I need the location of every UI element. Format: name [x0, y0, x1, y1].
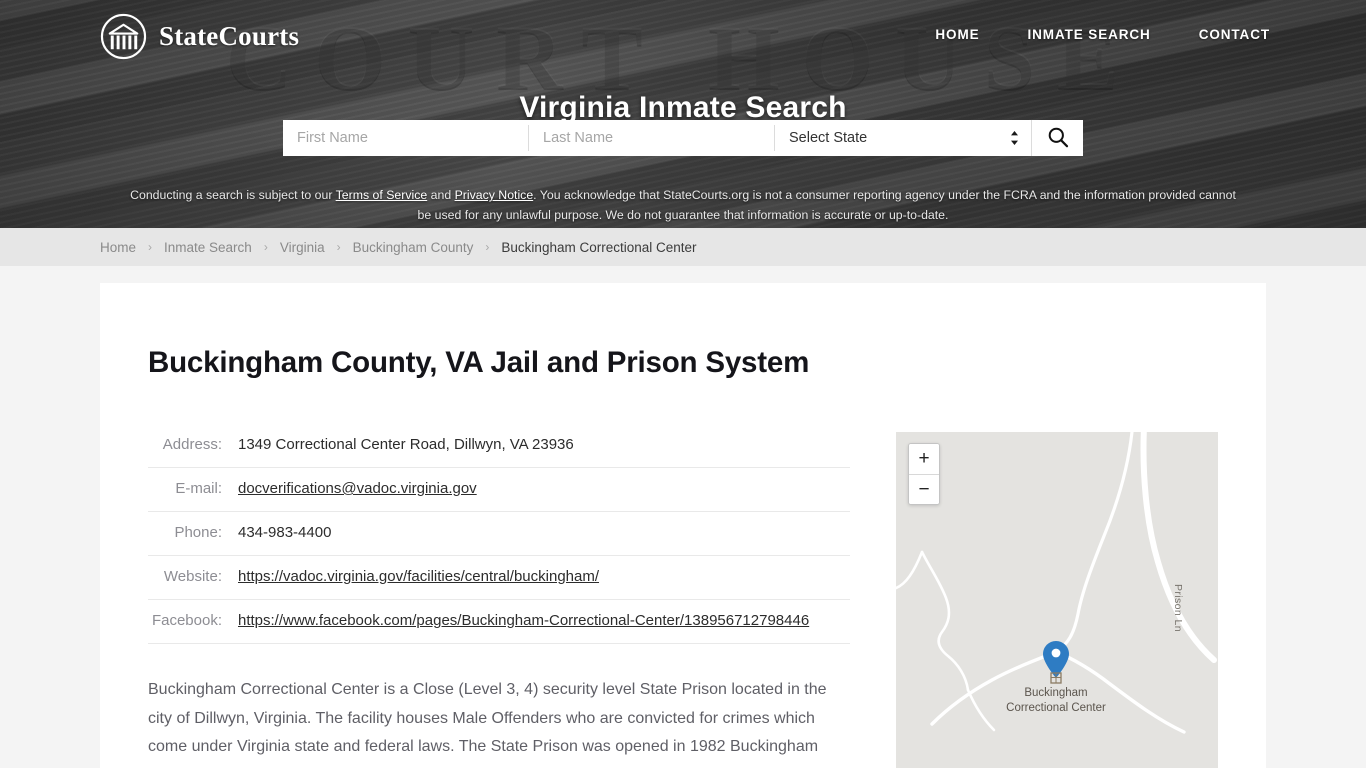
- map-marker[interactable]: Buckingham Correctional Center: [1006, 640, 1106, 714]
- facility-details-column: Address: 1349 Correctional Center Road, …: [148, 432, 850, 768]
- info-value-address: 1349 Correctional Center Road, Dillwyn, …: [238, 432, 850, 468]
- map-road-label: Prison Ln: [1172, 584, 1184, 632]
- facebook-link[interactable]: https://www.facebook.com/pages/Buckingha…: [238, 612, 809, 629]
- privacy-notice-link[interactable]: Privacy Notice: [455, 188, 534, 202]
- breadcrumb-item-home[interactable]: Home: [100, 240, 136, 255]
- nav-inmate-search[interactable]: INMATE SEARCH: [1028, 27, 1151, 42]
- info-label-website: Website:: [148, 555, 238, 600]
- terms-of-service-link[interactable]: Terms of Service: [336, 188, 428, 202]
- breadcrumb: Home › Inmate Search › Virginia › Buckin…: [0, 228, 1366, 266]
- content-card: Buckingham County, VA Jail and Prison Sy…: [100, 283, 1266, 768]
- state-select-wrapper: Select State: [775, 120, 1031, 156]
- table-row: Facebook: https://www.facebook.com/pages…: [148, 599, 850, 644]
- map-marker-label: Buckingham Correctional Center: [1006, 687, 1106, 714]
- disclaimer-part-3: . You acknowledge that StateCourts.org i…: [417, 188, 1236, 223]
- facility-location-map[interactable]: + − Buckingham Correctional Center Priso…: [896, 432, 1218, 768]
- brand-name: StateCourts: [159, 21, 300, 51]
- info-value-website: https://vadoc.virginia.gov/facilities/ce…: [238, 555, 850, 600]
- content-columns: Address: 1349 Correctional Center Road, …: [148, 432, 1218, 768]
- info-label-address: Address:: [148, 432, 238, 468]
- map-zoom-in-button[interactable]: +: [909, 444, 939, 474]
- main-navigation: HOME INMATE SEARCH CONTACT: [935, 27, 1270, 42]
- state-select[interactable]: Select State: [775, 120, 1031, 156]
- search-disclaimer: Conducting a search is subject to our Te…: [0, 185, 1366, 225]
- table-row: Address: 1349 Correctional Center Road, …: [148, 432, 850, 468]
- facility-info-table: Address: 1349 Correctional Center Road, …: [148, 432, 850, 644]
- chevron-right-icon: ›: [263, 240, 268, 254]
- breadcrumb-item-inmate-search[interactable]: Inmate Search: [164, 240, 252, 255]
- info-value-phone: 434-983-4400: [238, 511, 850, 556]
- page-title: Buckingham County, VA Jail and Prison Sy…: [148, 346, 810, 379]
- disclaimer-part-1: Conducting a search is subject to our: [130, 188, 336, 203]
- brand-logo-link[interactable]: StateCourts: [100, 13, 299, 60]
- info-label-email: E-mail:: [148, 467, 238, 512]
- nav-contact[interactable]: CONTACT: [1199, 27, 1270, 42]
- map-roads: [896, 432, 1217, 734]
- last-name-input[interactable]: [529, 120, 774, 156]
- first-name-input[interactable]: [283, 120, 528, 156]
- map-zoom-controls: + −: [908, 443, 940, 505]
- description-segment-1: Buckingham Correctional Center is a Clos…: [148, 681, 827, 768]
- site-header: COURT HOUSE StateCourts HOME INMATE SEAR…: [0, 0, 1366, 228]
- inmate-search-bar: Select State: [283, 120, 1083, 156]
- info-label-facebook: Facebook:: [148, 599, 238, 644]
- info-value-email: docverifications@vadoc.virginia.gov: [238, 467, 850, 512]
- breadcrumb-item-buckingham-county[interactable]: Buckingham County: [353, 240, 474, 255]
- table-row: Phone: 434-983-4400: [148, 511, 850, 556]
- table-row: Website: https://vadoc.virginia.gov/faci…: [148, 555, 850, 600]
- email-link[interactable]: docverifications@vadoc.virginia.gov: [238, 480, 477, 497]
- chevron-right-icon: ›: [485, 240, 490, 254]
- info-label-phone: Phone:: [148, 511, 238, 556]
- website-link[interactable]: https://vadoc.virginia.gov/facilities/ce…: [238, 568, 599, 585]
- map-zoom-out-button[interactable]: −: [909, 474, 939, 504]
- info-value-facebook: https://www.facebook.com/pages/Buckingha…: [238, 599, 850, 644]
- chevron-right-icon: ›: [148, 240, 153, 254]
- facility-description: Buckingham Correctional Center is a Clos…: [148, 676, 850, 768]
- table-row: E-mail: docverifications@vadoc.virginia.…: [148, 467, 850, 512]
- map-column: + − Buckingham Correctional Center Priso…: [896, 432, 1218, 768]
- breadcrumb-item-current: Buckingham Correctional Center: [501, 239, 697, 255]
- disclaimer-part-2: and: [427, 188, 455, 203]
- search-icon: [1047, 126, 1069, 151]
- courthouse-logo-icon: [100, 13, 147, 60]
- page-body: Buckingham County, VA Jail and Prison Sy…: [0, 266, 1366, 768]
- nav-home[interactable]: HOME: [935, 27, 979, 42]
- search-submit-button[interactable]: [1031, 120, 1083, 156]
- chevron-right-icon: ›: [336, 240, 341, 254]
- breadcrumb-item-virginia[interactable]: Virginia: [280, 240, 325, 255]
